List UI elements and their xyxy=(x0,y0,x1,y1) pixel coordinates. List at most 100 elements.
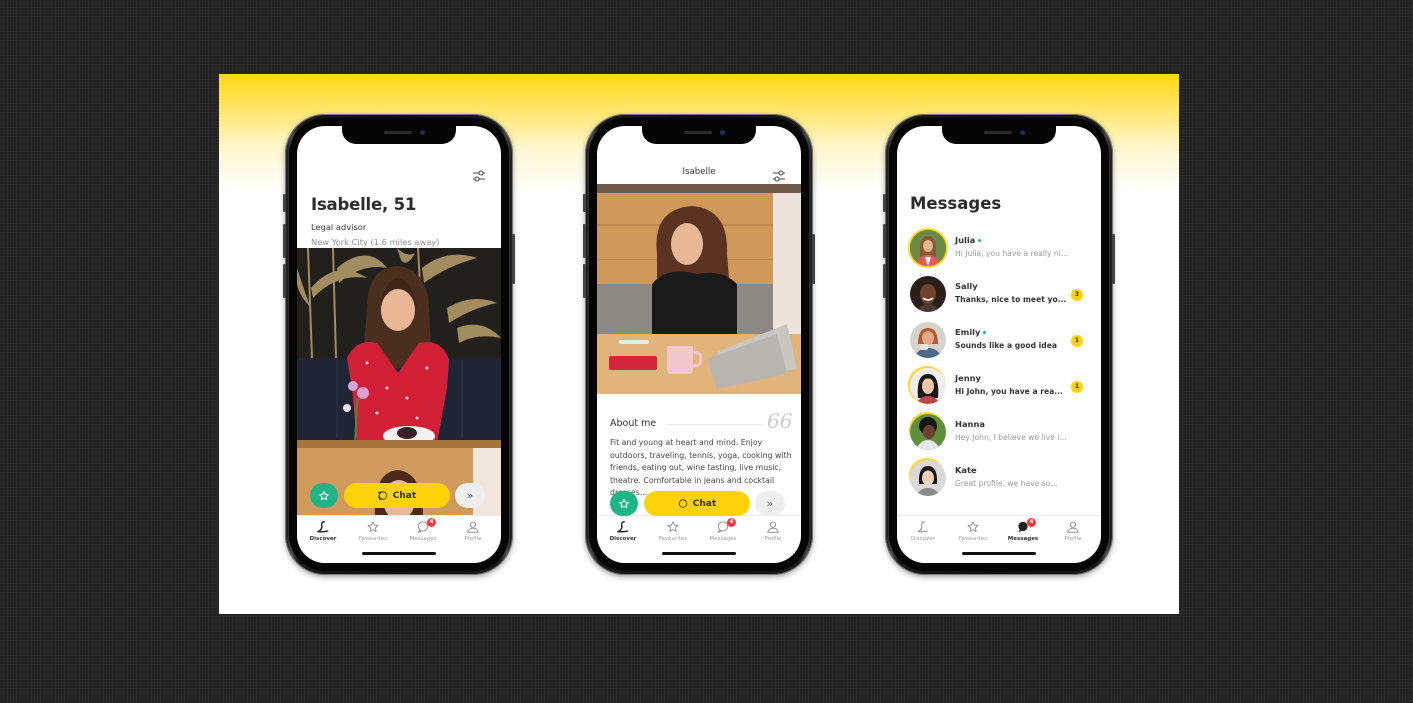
messages-badge: 4 xyxy=(427,518,436,527)
person-icon xyxy=(467,521,479,533)
discover-icon xyxy=(916,521,929,533)
tab-label: Messages xyxy=(409,536,437,542)
person-icon xyxy=(767,521,779,533)
chat-button-label: Chat xyxy=(692,498,717,509)
tab-discover[interactable]: Discover xyxy=(598,520,648,542)
online-indicator xyxy=(978,239,982,242)
tab-label: Messages xyxy=(1007,536,1039,542)
avatar xyxy=(910,460,946,496)
avatar xyxy=(910,230,946,266)
favourite-button[interactable] xyxy=(310,483,338,508)
tab-label: Discover xyxy=(911,536,935,542)
about-title: About me xyxy=(610,418,657,429)
tab-bar: Discover Favourites 4 Messages Profile xyxy=(297,515,501,563)
conversation-name: Jenny xyxy=(955,373,981,383)
tab-label: Discover xyxy=(309,536,337,542)
star-icon xyxy=(319,490,329,500)
profile-location: New York City (1.6 miles away) xyxy=(311,237,440,247)
profile-name: Isabelle, 51 xyxy=(311,195,417,214)
conversation-preview: Sounds like a good idea xyxy=(955,341,1057,350)
tab-label: Favourites xyxy=(958,536,988,542)
double-chevron-right-icon: » xyxy=(766,497,774,510)
person-icon xyxy=(1067,521,1079,533)
conversation-item[interactable]: Julia Hi Julia, you have a really ni... xyxy=(897,230,1101,276)
conversation-item[interactable]: Kate Great profile, we have so... xyxy=(897,460,1101,506)
conversation-preview: Hi John, you have a rea... xyxy=(955,387,1063,396)
conversation-preview: Hi Julia, you have a really ni... xyxy=(955,249,1069,258)
sliders-icon[interactable] xyxy=(772,170,786,182)
phone-profile-card: Isabelle, 51 Legal advisor New York City… xyxy=(283,114,515,575)
tab-favourites[interactable]: Favourites xyxy=(648,520,698,542)
conversation-item[interactable]: Hanna Hey John, I believe we live i... xyxy=(897,414,1101,460)
tab-label: Favourites xyxy=(358,536,388,542)
screen: Messages Julia Hi Julia, you have a real… xyxy=(897,126,1101,563)
avatar xyxy=(910,414,946,450)
notch xyxy=(642,126,756,144)
profile-job: Legal advisor xyxy=(311,222,367,232)
sliders-icon[interactable] xyxy=(472,170,486,182)
conversation-item[interactable]: Emily Sounds like a good idea 1 xyxy=(897,322,1101,368)
conversation-name: Emily xyxy=(955,327,987,337)
home-indicator xyxy=(962,552,1036,555)
conversation-preview: Thanks, nice to meet yo... xyxy=(955,295,1067,304)
conversation-preview: Hey John, I believe we live i... xyxy=(955,433,1067,442)
tab-bar: Discover Favourites 4 Messages Profile xyxy=(597,515,801,563)
skip-button[interactable]: » xyxy=(455,483,485,508)
action-row: Chat » xyxy=(597,491,801,519)
divider xyxy=(667,424,763,425)
favourite-button[interactable] xyxy=(610,491,638,516)
tab-label: Favourites xyxy=(658,536,688,542)
notch xyxy=(342,126,456,144)
tab-label: Profile xyxy=(764,536,782,542)
chat-button[interactable]: Chat xyxy=(644,491,750,516)
profile-photo[interactable] xyxy=(597,184,801,394)
messages-badge: 4 xyxy=(727,518,736,527)
home-indicator xyxy=(662,552,736,555)
tab-label: Discover xyxy=(609,536,637,542)
quote-icon: 66 xyxy=(767,409,793,433)
tab-label: Messages xyxy=(709,536,737,542)
conversation-name: Sally xyxy=(955,281,978,291)
conversation-name: Kate xyxy=(955,465,977,475)
messages-badge: 4 xyxy=(1027,518,1036,527)
tab-profile[interactable]: Profile xyxy=(1048,520,1098,542)
screen: Isabelle, 51 Legal advisor New York City… xyxy=(297,126,501,563)
header-title: Isabelle xyxy=(682,167,716,177)
tab-profile[interactable]: Profile xyxy=(448,520,498,542)
skip-button[interactable]: » xyxy=(755,491,785,516)
chat-bubble-icon xyxy=(678,498,687,508)
double-chevron-right-icon: » xyxy=(466,489,474,502)
star-icon xyxy=(367,521,379,532)
tab-favourites[interactable]: Favourites xyxy=(348,520,398,542)
tab-messages[interactable]: 4 Messages xyxy=(398,518,448,542)
phone-profile-detail: Isabelle About me 66 Fit and young at he… xyxy=(583,114,815,575)
discover-icon xyxy=(316,521,329,533)
unread-count-badge: 1 xyxy=(1071,381,1083,393)
tab-messages[interactable]: 4 Messages xyxy=(698,518,748,542)
tab-discover[interactable]: Discover xyxy=(298,520,348,542)
star-icon xyxy=(967,521,979,532)
tab-label: Profile xyxy=(464,536,482,542)
tab-messages[interactable]: 4 Messages xyxy=(998,518,1048,542)
home-indicator xyxy=(362,552,436,555)
chat-button[interactable]: Chat xyxy=(344,483,450,508)
avatar xyxy=(910,322,946,358)
conversation-name: Hanna xyxy=(955,419,985,429)
tab-discover[interactable]: Discover xyxy=(898,520,948,542)
tab-bar: Discover Favourites 4 Messages Profile xyxy=(897,515,1101,563)
profile-photo[interactable] xyxy=(297,248,501,448)
unread-count-badge: 3 xyxy=(1071,289,1083,301)
chat-bubble-icon xyxy=(377,490,387,501)
online-indicator xyxy=(983,331,987,334)
tab-profile[interactable]: Profile xyxy=(748,520,798,542)
conversation-item[interactable]: Jenny Hi John, you have a rea... 1 xyxy=(897,368,1101,414)
avatar xyxy=(910,276,946,312)
avatar xyxy=(910,368,946,404)
tab-label: Profile xyxy=(1064,536,1082,542)
tab-favourites[interactable]: Favourites xyxy=(948,520,998,542)
conversation-item[interactable]: Sally Thanks, nice to meet yo... 3 xyxy=(897,276,1101,322)
discover-icon xyxy=(616,521,629,533)
chat-button-label: Chat xyxy=(392,490,417,501)
screen: Isabelle About me 66 Fit and young at he… xyxy=(597,126,801,563)
star-icon xyxy=(667,521,679,532)
